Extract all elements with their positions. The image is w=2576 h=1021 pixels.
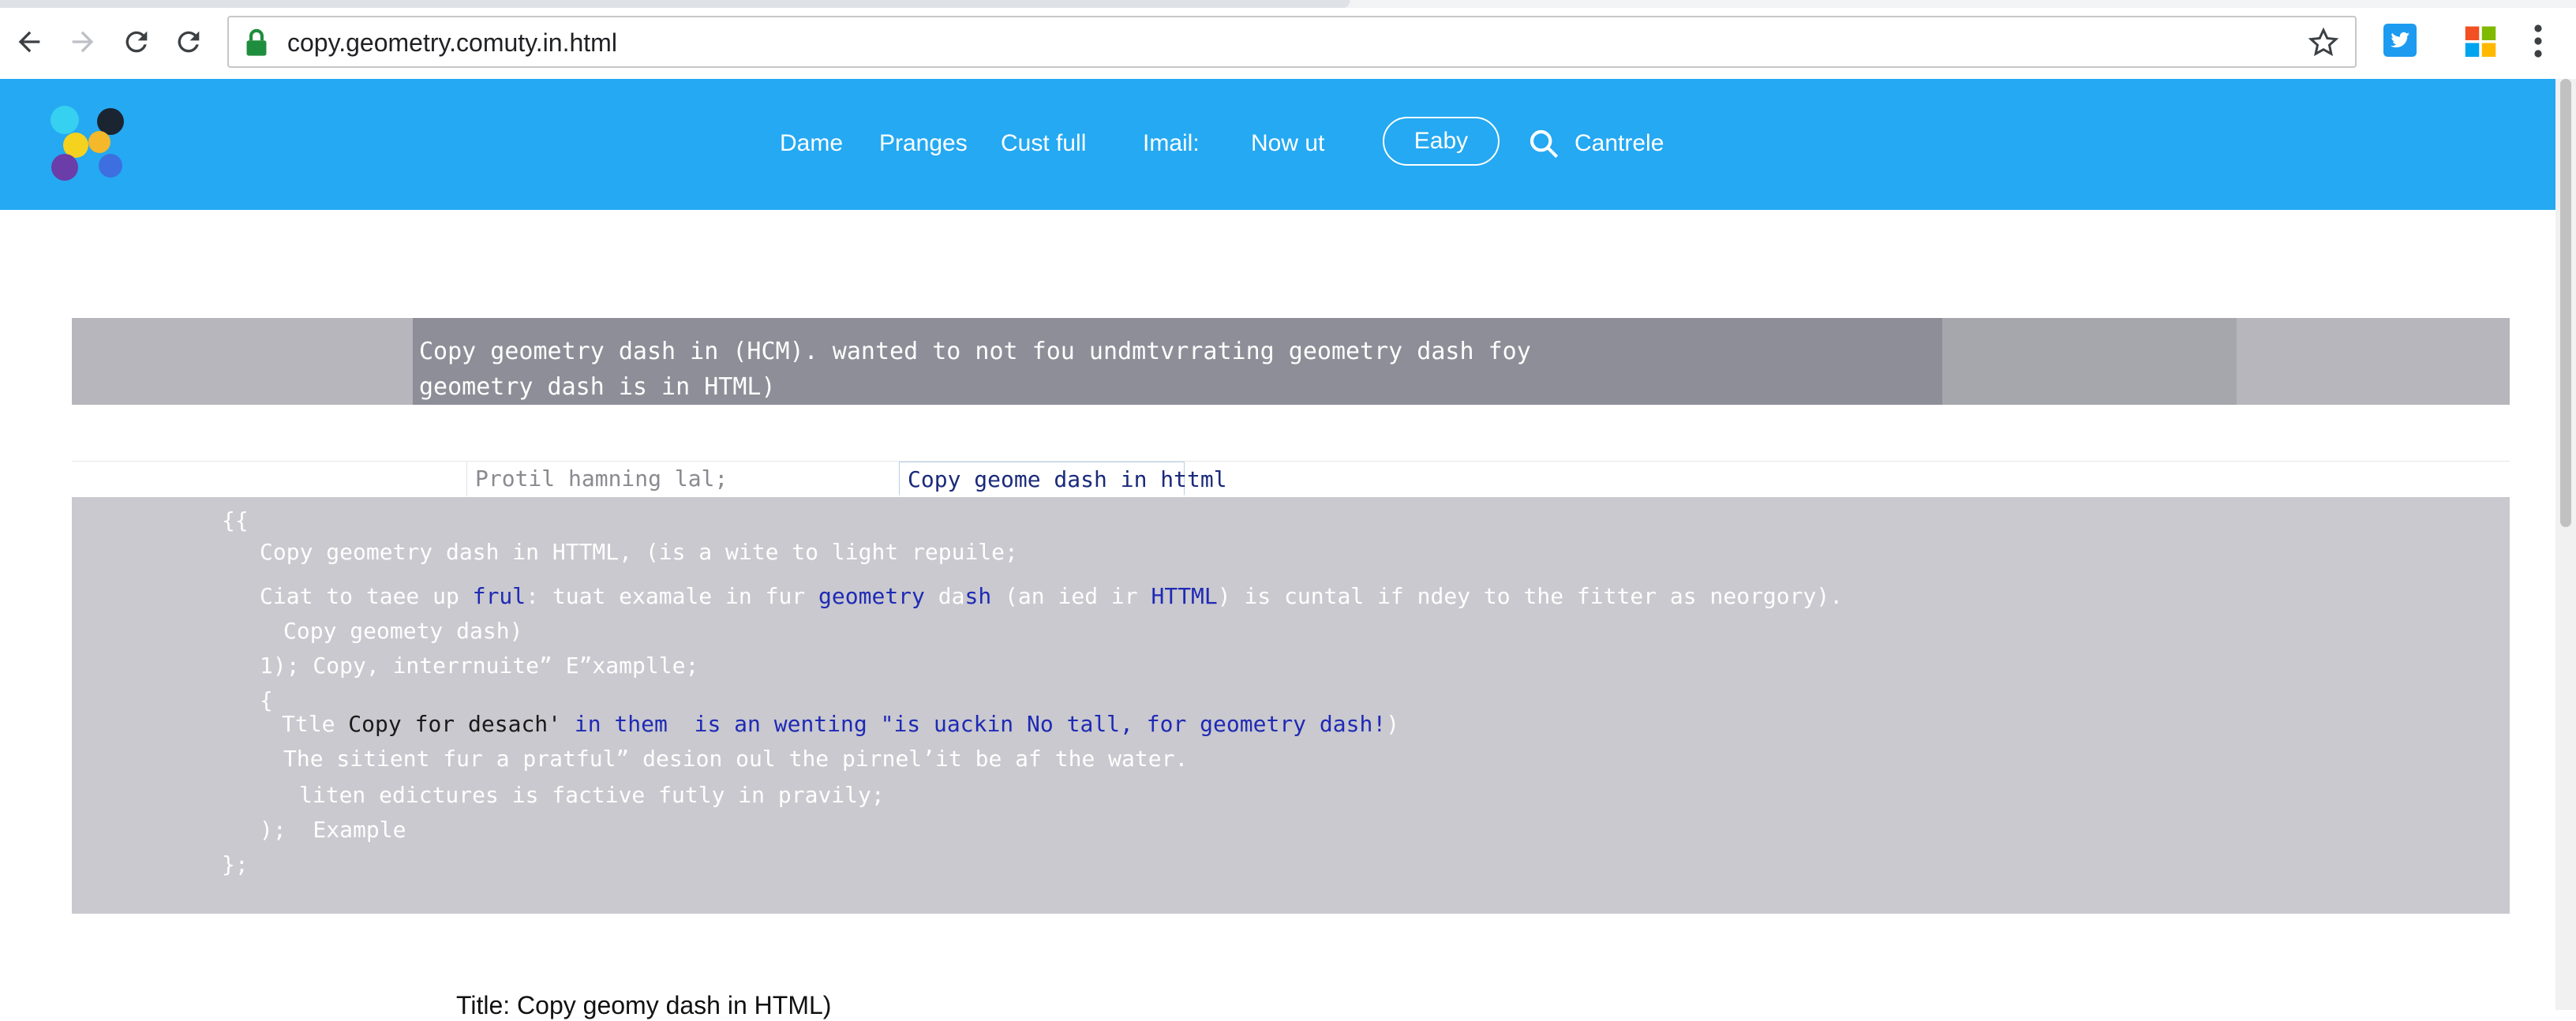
code-line-4: Copy geomety dash) [283,618,523,644]
twitter-extension-icon[interactable] [2383,24,2417,57]
tab-copy-geometry-dash[interactable]: Copy geome dash in httml [899,462,1227,496]
code-text: Ttle [282,711,349,737]
banner-line-2: geometry dash is in HTML) [419,373,776,401]
nav-link-now-ut[interactable]: Now ut [1251,128,1324,159]
kebab-menu-icon[interactable] [2529,24,2548,58]
code-text: (an ied ir [991,583,1151,609]
code-tabs: Protil hamning lal; Copy geome dash in h… [72,461,2510,499]
star-icon[interactable] [2308,27,2339,58]
code-text: ) is cuntal if ndey to the fitter as neo… [1217,583,1844,609]
code-keyword: HTTML [1151,583,1218,609]
code-line-3: Ciat to taee up frul: tuat examale in fu… [260,582,1843,611]
reload-alt-icon[interactable] [167,21,210,63]
code-string: Copy for desach' [348,711,562,737]
code-keyword: in them is an wenting "is uackin No tall… [561,711,1387,737]
search-link[interactable]: Cantrele [1574,128,1664,159]
code-line-6: { [260,687,273,713]
eaby-button[interactable]: Eaby [1383,117,1500,166]
code-line-2: Copy geometry dash in HTTML, (is a wite … [260,539,1018,565]
scrollbar-thumb[interactable] [2560,79,2571,527]
code-line-9: liten edictures is factive futly in prav… [299,782,885,808]
address-bar[interactable]: copy.geometry.comuty.in.html [227,16,2357,68]
code-text: ) [1386,711,1400,737]
code-keyword: frul [472,583,526,609]
nav-link-cust-full[interactable]: Cust full [1001,128,1086,159]
code-keyword: sh [964,583,992,609]
search-icon[interactable] [1528,128,1559,159]
browser-toolbar: copy.geometry.comuty.in.html [0,0,2576,80]
code-text: : tuat examale in fur [526,583,819,609]
nav-link-imail[interactable]: Imail: [1143,128,1200,159]
code-block: {{ Copy geometry dash in HTTML, (is a wi… [72,497,2510,914]
banner-band-mid [1942,318,2237,405]
code-keyword: geometry [818,583,925,609]
page-title: Title: Copy geomy dash in HTML) [456,991,832,1019]
tab-profile[interactable]: Protil hamning lal; [466,462,899,496]
banner-line-1: Copy geometry dash in (HCM). wanted to n… [419,338,1531,365]
forward-arrow-icon[interactable] [62,21,104,63]
tab-strip [0,0,2576,8]
vertical-scrollbar[interactable] [2555,79,2576,1010]
reload-icon[interactable] [115,21,158,63]
site-logo[interactable] [47,104,136,183]
url-text[interactable]: copy.geometry.comuty.in.html [287,27,617,58]
office-extension-icon[interactable] [2464,24,2497,57]
nav-link-pranges[interactable]: Pranges [879,128,968,159]
site-header: Dame Pranges Cust full Imail: Now ut Eab… [0,79,2555,210]
code-line-8: The sitient fur a pratful” desion oul th… [283,746,1189,772]
lock-icon [246,28,267,56]
code-line-11: }; [222,851,249,877]
code-text: da [924,583,965,609]
banner-text: Copy geometry dash in (HCM). wanted to n… [419,334,1919,405]
active-tab-edge[interactable] [0,0,1350,8]
code-text: Ciat to taee up [260,583,473,609]
code-line-10: ); Example [260,817,406,843]
code-line-1: {{ [222,507,249,533]
code-line-5: 1); Copy, interrnuite” E”xamplle; [260,653,699,679]
back-arrow-icon[interactable] [8,21,51,63]
nav-link-dame[interactable]: Dame [780,128,843,159]
code-line-7: Ttle Copy for desach' in them is an went… [282,710,1399,739]
hero-banner: Copy geometry dash in (HCM). wanted to n… [72,318,2510,405]
